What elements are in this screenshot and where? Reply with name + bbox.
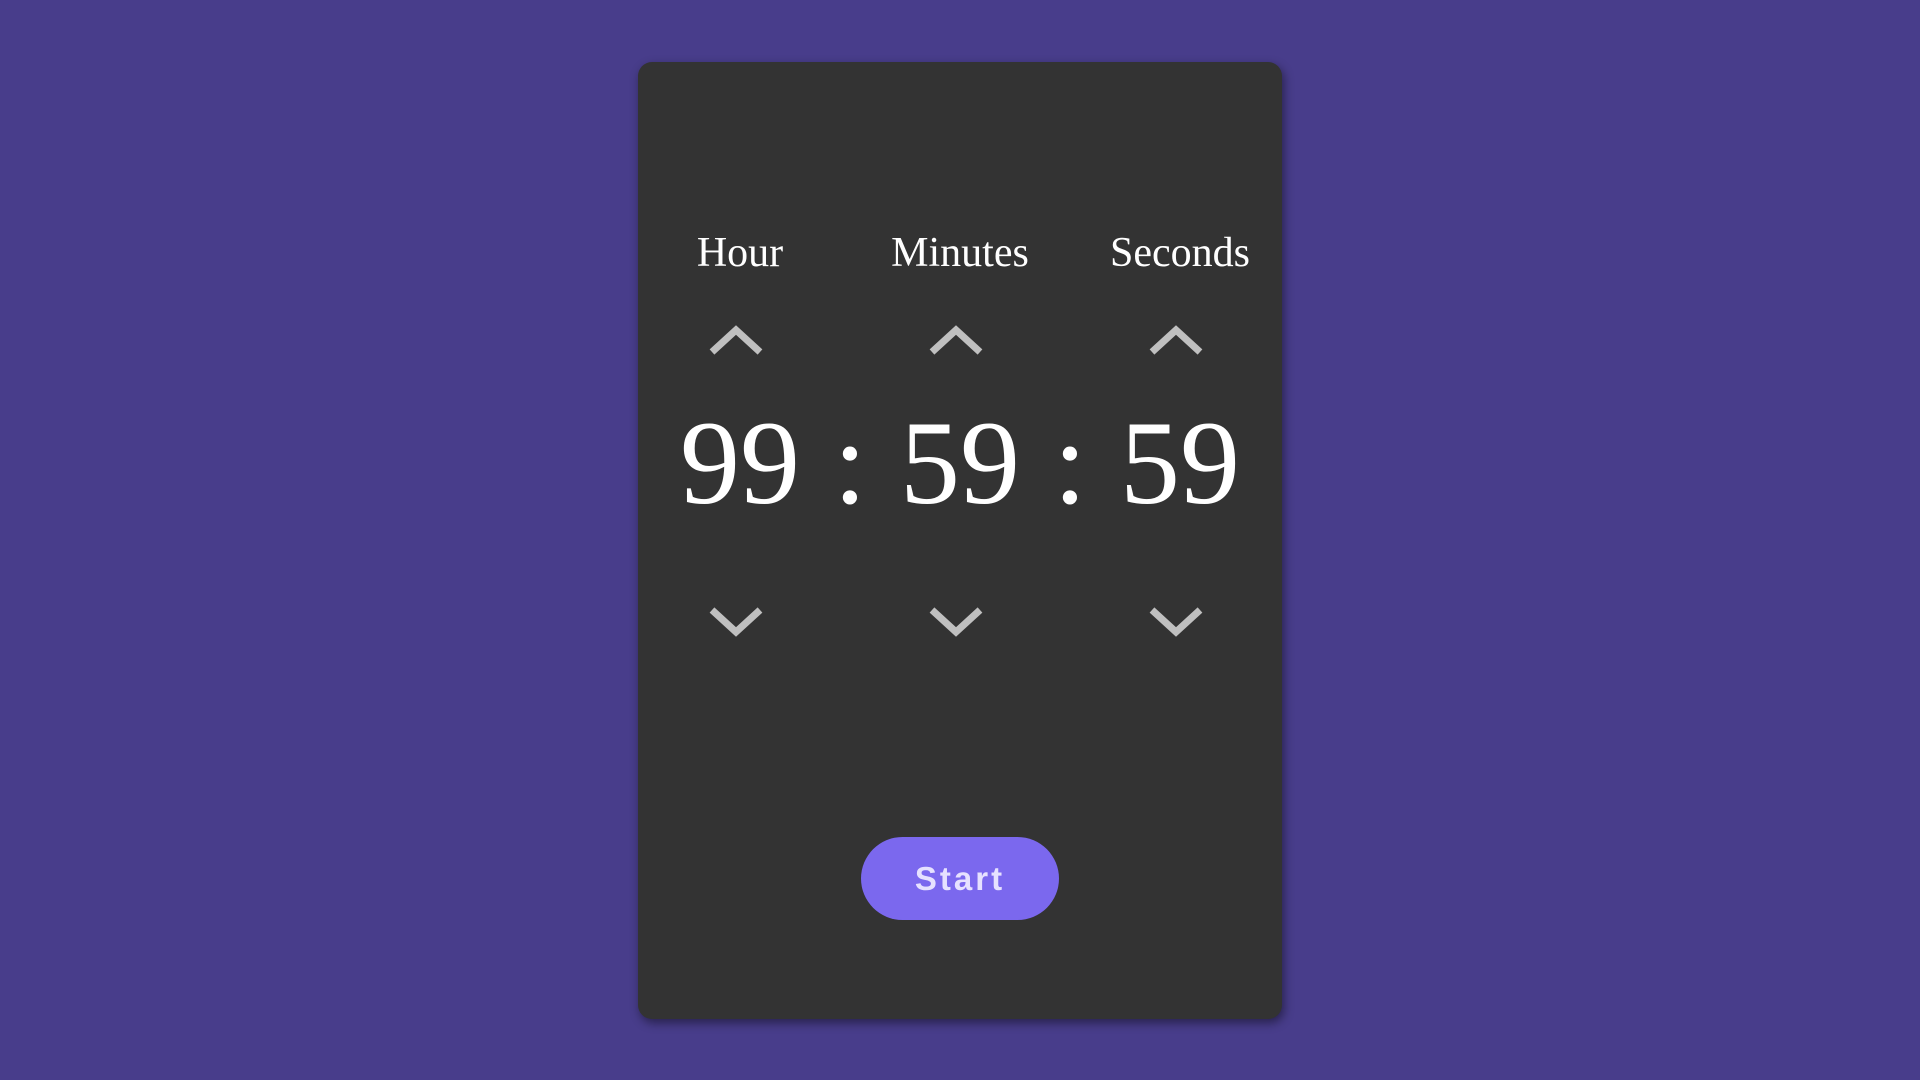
chevron-down-icon [1149,607,1203,637]
time-separator: : [1053,396,1087,529]
minutes-label: Minutes [891,230,1029,276]
seconds-value: 59 [1120,396,1240,529]
hours-value: 99 [680,396,800,529]
chevron-up-icon [929,325,983,355]
minutes-value: 59 [900,396,1020,529]
minutes-increment-button[interactable] [926,318,986,358]
hour-label: Hour [696,230,784,276]
hour-decrement-button[interactable] [706,602,766,642]
minutes-decrement-button[interactable] [926,602,986,642]
time-separator: : [833,396,867,529]
hour-increment-button[interactable] [706,318,766,358]
seconds-increment-button[interactable] [1146,318,1206,358]
seconds-label: Seconds [1110,230,1250,276]
seconds-decrement-button[interactable] [1146,602,1206,642]
chevron-down-icon [709,607,763,637]
start-button[interactable]: Start [861,837,1059,920]
chevron-up-icon [709,325,763,355]
chevron-up-icon [1149,325,1203,355]
chevron-down-icon [929,607,983,637]
